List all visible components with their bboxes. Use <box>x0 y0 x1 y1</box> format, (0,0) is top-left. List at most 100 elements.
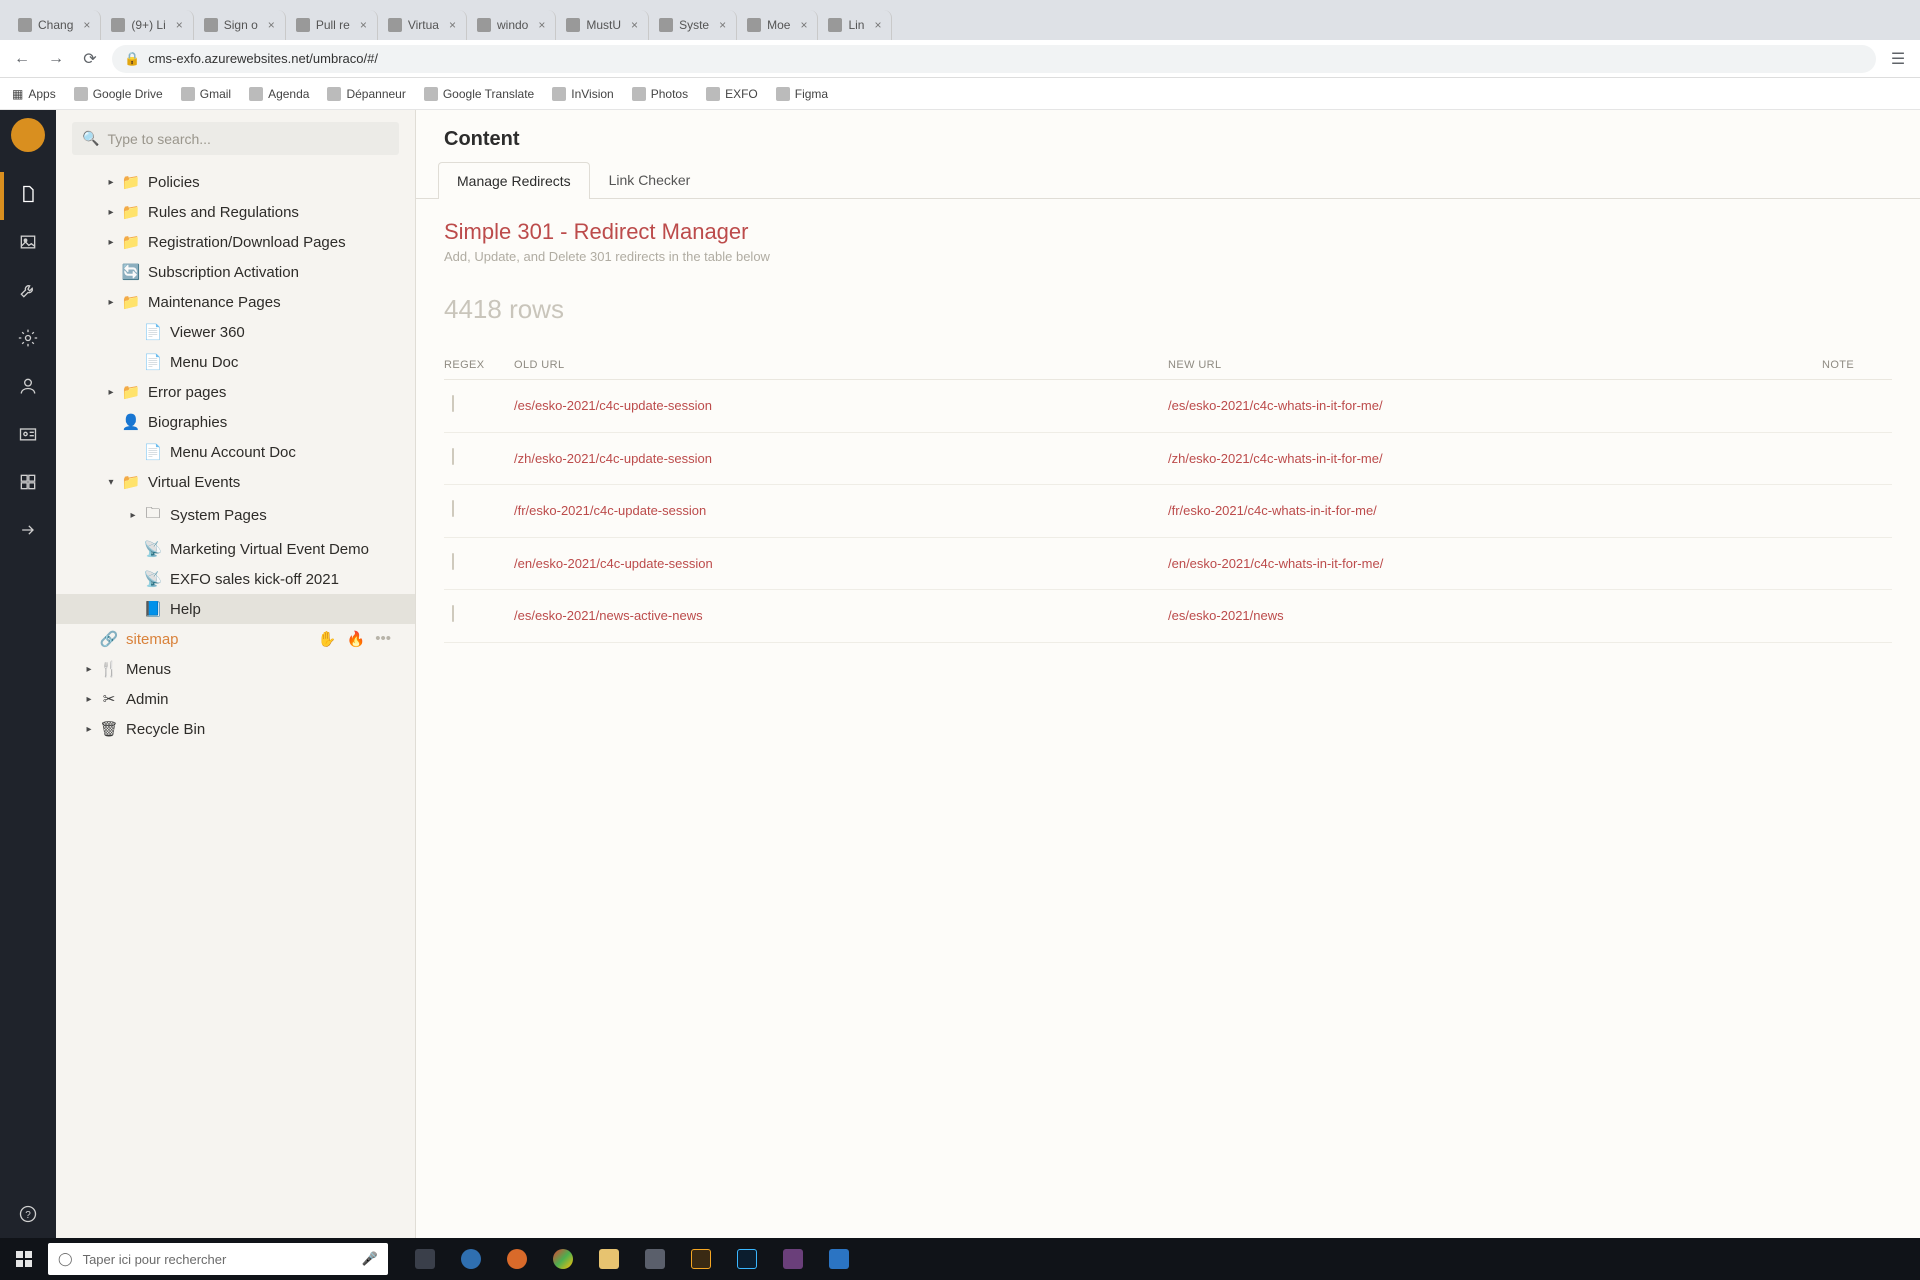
close-icon[interactable]: × <box>719 18 726 32</box>
forward-button[interactable]: → <box>44 47 68 71</box>
tree-node[interactable]: ▸ 📁 Maintenance Pages <box>56 287 415 317</box>
bookmark-item[interactable]: Google Translate <box>424 87 534 101</box>
tree-node[interactable]: 📄 Viewer 360 <box>56 317 415 347</box>
expand-icon[interactable]: ▸ <box>104 297 118 308</box>
bookmark-item[interactable]: InVision <box>552 87 613 101</box>
content-tab[interactable]: Link Checker <box>590 161 710 198</box>
tree-node[interactable]: 🔄 Subscription Activation <box>56 257 415 287</box>
table-row[interactable]: /es/esko-2021/c4c-update-session /es/esk… <box>444 380 1892 433</box>
browser-tab[interactable]: (9+) Li × <box>101 10 193 40</box>
tree-node[interactable]: 📡 EXFO sales kick-off 2021 <box>56 564 415 594</box>
tree-node[interactable]: 👤 Biographies <box>56 407 415 437</box>
tree-node[interactable]: ▸ 📁 Registration/Download Pages <box>56 227 415 257</box>
explorer-button[interactable] <box>588 1238 630 1280</box>
bookmark-item[interactable]: Photos <box>632 87 688 101</box>
rail-media[interactable] <box>0 220 56 268</box>
node-action-icon[interactable]: ✋ <box>318 630 337 648</box>
browser-tab[interactable]: Chang × <box>8 10 101 40</box>
back-button[interactable]: ← <box>10 47 34 71</box>
vscode-button[interactable] <box>818 1238 860 1280</box>
expand-icon[interactable]: ▸ <box>104 237 118 248</box>
tree-node[interactable]: ▸ 🗀 System Pages <box>56 497 415 534</box>
illustrator-button[interactable] <box>680 1238 722 1280</box>
firefox-button[interactable] <box>496 1238 538 1280</box>
row-checkbox[interactable] <box>452 553 454 570</box>
row-checkbox[interactable] <box>452 395 454 412</box>
tree-node[interactable]: 📡 Marketing Virtual Event Demo <box>56 534 415 564</box>
node-more-icon[interactable]: ••• <box>375 630 391 648</box>
content-tab[interactable]: Manage Redirects <box>438 162 590 199</box>
close-icon[interactable]: × <box>176 18 183 32</box>
tree-node[interactable]: ▸ 📁 Policies <box>56 167 415 197</box>
tree-node[interactable]: ▸ 🍴 Menus <box>56 654 415 684</box>
apps-button[interactable]: ▦Apps <box>12 87 56 101</box>
bookmark-item[interactable]: EXFO <box>706 87 758 101</box>
tree-search-input[interactable]: 🔍 Type to search... <box>72 122 399 155</box>
table-row[interactable]: /fr/esko-2021/c4c-update-session /fr/esk… <box>444 485 1892 538</box>
browser-tab[interactable]: Lin × <box>818 10 892 40</box>
bookmark-item[interactable]: Figma <box>776 87 828 101</box>
tree-node[interactable]: 📘 Help <box>56 594 415 624</box>
expand-icon[interactable]: ▸ <box>104 387 118 398</box>
col-regex[interactable]: REGEX <box>444 359 514 371</box>
expand-icon[interactable]: ▸ <box>82 664 96 675</box>
close-icon[interactable]: × <box>800 18 807 32</box>
expand-icon[interactable]: ▸ <box>82 724 96 735</box>
close-icon[interactable]: × <box>83 18 90 32</box>
app-button-1[interactable] <box>634 1238 676 1280</box>
rail-translate[interactable] <box>0 508 56 556</box>
chrome-button[interactable] <box>542 1238 584 1280</box>
browser-tab[interactable]: Syste × <box>649 10 737 40</box>
app-button-2[interactable] <box>772 1238 814 1280</box>
tree-node[interactable]: ▾ 📁 Virtual Events <box>56 467 415 497</box>
start-button[interactable] <box>0 1238 48 1280</box>
row-checkbox[interactable] <box>452 605 454 622</box>
bookmark-item[interactable]: Dépanneur <box>327 87 405 101</box>
browser-tab[interactable]: Sign o × <box>194 10 286 40</box>
rail-members[interactable] <box>0 412 56 460</box>
col-note[interactable]: NOTE <box>1822 359 1892 371</box>
browser-tab[interactable]: Virtua × <box>378 10 467 40</box>
table-row[interactable]: /en/esko-2021/c4c-update-session /en/esk… <box>444 538 1892 591</box>
photoshop-button[interactable] <box>726 1238 768 1280</box>
close-icon[interactable]: × <box>360 18 367 32</box>
expand-icon[interactable]: ▸ <box>104 177 118 188</box>
mic-icon[interactable]: 🎤 <box>362 1251 378 1267</box>
node-action-icon[interactable]: 🔥 <box>347 630 366 648</box>
expand-icon[interactable]: ▾ <box>104 477 118 488</box>
rail-forms[interactable] <box>0 460 56 508</box>
bookmark-item[interactable]: Agenda <box>249 87 309 101</box>
expand-icon[interactable]: ▸ <box>126 510 140 521</box>
tree-node[interactable]: ▸ 📁 Error pages <box>56 377 415 407</box>
address-bar[interactable]: 🔒 cms-exfo.azurewebsites.net/umbraco/#/ <box>112 45 1876 73</box>
table-row[interactable]: /zh/esko-2021/c4c-update-session /zh/esk… <box>444 433 1892 486</box>
tree-node[interactable]: ▸ 📁 Rules and Regulations <box>56 197 415 227</box>
rail-settings[interactable] <box>0 268 56 316</box>
app-logo[interactable] <box>11 118 45 152</box>
expand-icon[interactable]: ▸ <box>104 207 118 218</box>
browser-tab[interactable]: MustU × <box>556 10 649 40</box>
close-icon[interactable]: × <box>449 18 456 32</box>
tree-node[interactable]: 📄 Menu Account Doc <box>56 437 415 467</box>
table-row[interactable]: /es/esko-2021/news-active-news /es/esko-… <box>444 590 1892 643</box>
browser-tab[interactable]: Pull re × <box>286 10 378 40</box>
rail-content[interactable] <box>0 172 56 220</box>
close-icon[interactable]: × <box>538 18 545 32</box>
expand-icon[interactable]: ▸ <box>82 694 96 705</box>
row-checkbox[interactable] <box>452 448 454 465</box>
rail-developer[interactable] <box>0 316 56 364</box>
tree-node[interactable]: ▸ ✂ Admin <box>56 684 415 714</box>
tree-node[interactable]: 🔗 sitemap ✋ 🔥 ••• <box>56 624 415 654</box>
close-icon[interactable]: × <box>874 18 881 32</box>
col-new-url[interactable]: NEW URL <box>1168 359 1822 371</box>
col-old-url[interactable]: OLD URL <box>514 359 1168 371</box>
edge-button[interactable] <box>450 1238 492 1280</box>
profile-button[interactable]: ☰ <box>1886 47 1910 71</box>
browser-tab[interactable]: Moe × <box>737 10 818 40</box>
tree-node[interactable]: ▸ 🗑 Recycle Bin <box>56 714 415 744</box>
reload-button[interactable]: ⟳ <box>78 47 102 71</box>
rail-users[interactable] <box>0 364 56 412</box>
help-rail-button[interactable]: ? <box>0 1190 56 1238</box>
task-view-button[interactable] <box>404 1238 446 1280</box>
close-icon[interactable]: × <box>631 18 638 32</box>
